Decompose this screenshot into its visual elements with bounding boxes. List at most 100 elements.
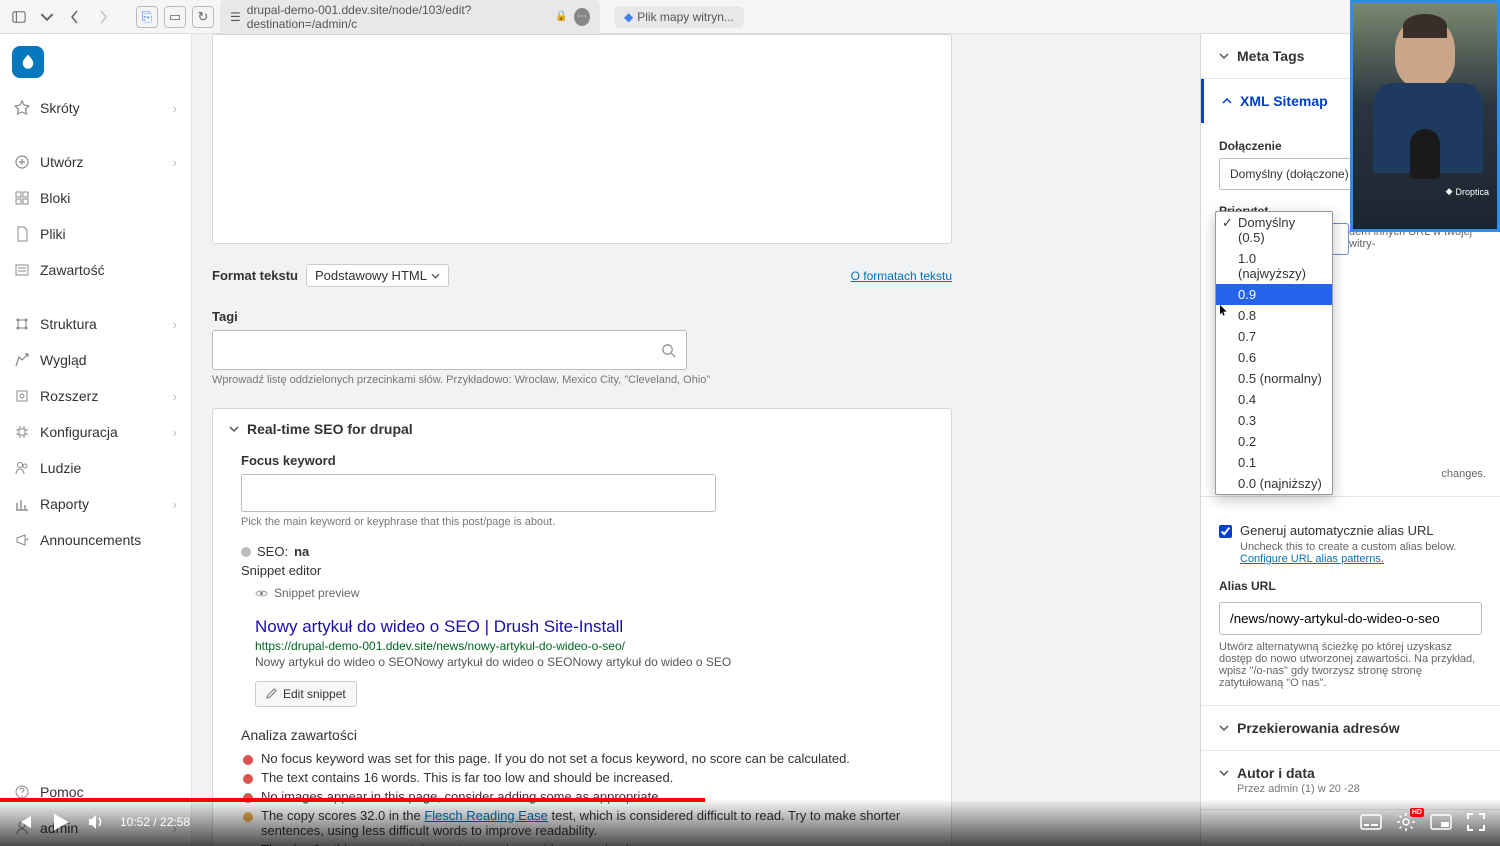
captions-button[interactable] [1360, 813, 1382, 831]
appearance-icon [14, 352, 30, 368]
sidebar-item-utwórz[interactable]: Utwórz› [0, 144, 191, 180]
edit-snippet-button[interactable]: Edit snippet [255, 681, 357, 707]
priority-option[interactable]: 0.9 [1216, 284, 1332, 305]
sidebar-item-struktura[interactable]: Struktura› [0, 306, 191, 342]
url-text: drupal-demo-001.ddev.site/node/103/edit?… [247, 3, 550, 31]
auto-alias-label: Generuj automatycznie alias URL [1240, 523, 1482, 538]
sidebar-item-raporty[interactable]: Raporty› [0, 486, 191, 522]
sidebar-toggle-icon[interactable] [8, 6, 30, 28]
focus-keyword-hint: Pick the main keyword or keyphrase that … [241, 516, 923, 528]
sidebar-item-skróty[interactable]: Skróty› [0, 90, 191, 126]
priority-option[interactable]: 0.4 [1216, 389, 1332, 410]
priority-option[interactable]: 0.6 [1216, 347, 1332, 368]
play-button[interactable] [48, 810, 72, 834]
sidebar-item-wygląd[interactable]: Wygląd [0, 342, 191, 378]
format-label: Format tekstu [212, 268, 298, 283]
focus-keyword-input[interactable] [241, 474, 716, 512]
snippet-editor-label: Snippet editor [241, 563, 923, 578]
redirects-toggle[interactable]: Przekierowania adresów [1201, 706, 1500, 750]
content-icon [14, 262, 30, 278]
chevron-down-icon [431, 273, 440, 279]
chevron-right-icon: › [173, 497, 177, 512]
alias-url-input[interactable] [1219, 602, 1482, 635]
snippet-preview-toggle[interactable]: Snippet preview [255, 586, 359, 600]
sidebar-item-konfiguracja[interactable]: Konfiguracja› [0, 414, 191, 450]
priority-option[interactable]: 1.0 (najwyższy) [1216, 248, 1332, 284]
content-analysis-title: Analiza zawartości [241, 727, 923, 743]
tab-icon-2[interactable]: ▭ [164, 6, 186, 28]
dropdown-icon[interactable] [36, 6, 58, 28]
sidebar-item-rozszerz[interactable]: Rozszerz› [0, 378, 191, 414]
alias-url-hint: Utwórz alternatywną ścieżkę po której uz… [1219, 641, 1482, 689]
back-icon[interactable] [64, 6, 86, 28]
tab-pill-2[interactable]: ◆ Plik mapy witryn... [614, 6, 744, 28]
sidebar-item-announcements[interactable]: Announcements [0, 522, 191, 558]
sidebar-item-zawartość[interactable]: Zawartość [0, 252, 191, 288]
site-menu-icon[interactable]: ⋯ [574, 8, 590, 26]
priority-option[interactable]: 0.7 [1216, 326, 1332, 347]
body-editor-area[interactable] [212, 34, 952, 244]
reader-icon: ☰ [230, 10, 241, 24]
tab-icon-1[interactable]: ⎘ [136, 6, 158, 28]
tags-hint: Wprowadź listę oddzielonych przecinkami … [212, 374, 952, 386]
configure-alias-link[interactable]: Configure URL alias patterns. [1240, 553, 1384, 565]
video-controls: 10:52 / 22:58 HD [0, 798, 1500, 846]
priority-option[interactable]: 0.8 [1216, 305, 1332, 326]
volume-button[interactable] [86, 812, 106, 832]
priority-dropdown: Domyślny (0.5)1.0 (najwyższy)0.90.80.70.… [1215, 211, 1333, 495]
about-formats-link[interactable]: O formatach tekstu [851, 269, 952, 283]
author-subtitle: Przez admin (1) w 20 -28 [1237, 783, 1360, 795]
focus-keyword-label: Focus keyword [241, 453, 923, 468]
webcam-brand-badge: ◆ Droptica [1446, 186, 1489, 197]
chevron-down-icon [1219, 768, 1229, 778]
search-icon [661, 343, 676, 358]
analysis-item: No focus keyword was set for this page. … [261, 749, 923, 768]
fullscreen-button[interactable] [1466, 812, 1486, 832]
tags-input[interactable] [212, 330, 687, 370]
analysis-item: The text contains 16 words. This is far … [261, 768, 923, 787]
priority-option[interactable]: Domyślny (0.5) [1216, 212, 1332, 248]
tags-label: Tagi [212, 309, 952, 324]
chevron-right-icon: › [173, 155, 177, 170]
priority-option[interactable]: 0.3 [1216, 410, 1332, 431]
chevron-up-icon [1222, 96, 1232, 106]
sidebar-item-bloki[interactable]: Bloki [0, 180, 191, 216]
priority-option[interactable]: 0.1 [1216, 452, 1332, 473]
miniplayer-button[interactable] [1430, 813, 1452, 831]
seo-score-dot [241, 547, 251, 557]
people-icon [14, 460, 30, 476]
priority-option[interactable]: 0.2 [1216, 431, 1332, 452]
snippet-url: https://drupal-demo-001.ddev.site/news/n… [255, 639, 923, 653]
sidebar-item-pliki[interactable]: Pliki [0, 216, 191, 252]
seo-score-value: na [294, 544, 309, 559]
extend-icon [14, 388, 30, 404]
blocks-icon [14, 190, 30, 206]
auto-alias-checkbox[interactable] [1219, 524, 1232, 539]
video-progress-bar[interactable] [0, 798, 1500, 802]
chevron-down-icon [1219, 51, 1229, 61]
priority-option[interactable]: 0.5 (normalny) [1216, 368, 1332, 389]
prev-button[interactable] [14, 812, 34, 832]
chevron-right-icon: › [173, 425, 177, 440]
admin-sidebar: Skróty› Utwórz›BlokiPlikiZawartość Struktu… [0, 34, 192, 846]
snippet-title: Nowy artykuł do wideo o SEO | Drush Site… [255, 617, 923, 637]
pencil-icon [266, 688, 277, 699]
lock-icon: 🔒 [555, 11, 567, 22]
tab-icon-3[interactable]: ↻ [192, 6, 214, 28]
seo-panel-toggle[interactable]: Real-time SEO for drupal [213, 409, 951, 449]
file-icon [14, 226, 30, 242]
chevron-down-icon [1219, 723, 1229, 733]
plus-icon [14, 154, 30, 170]
sidebar-item-ludzie[interactable]: Ludzie [0, 450, 191, 486]
priority-option[interactable]: 0.0 (najniższy) [1216, 473, 1332, 494]
drupal-logo-icon[interactable] [12, 46, 44, 78]
settings-button[interactable]: HD [1396, 812, 1416, 832]
snippet-description: Nowy artykuł do wideo o SEONowy artykuł … [255, 655, 735, 669]
star-icon [14, 100, 30, 116]
chevron-right-icon: › [173, 101, 177, 116]
text-format-select[interactable]: Podstawowy HTML [306, 264, 449, 287]
eye-icon [255, 587, 268, 600]
address-bar[interactable]: ☰ drupal-demo-001.ddev.site/node/103/edi… [220, 0, 600, 35]
video-time: 10:52 / 22:58 [120, 815, 190, 829]
announce-icon [14, 532, 30, 548]
